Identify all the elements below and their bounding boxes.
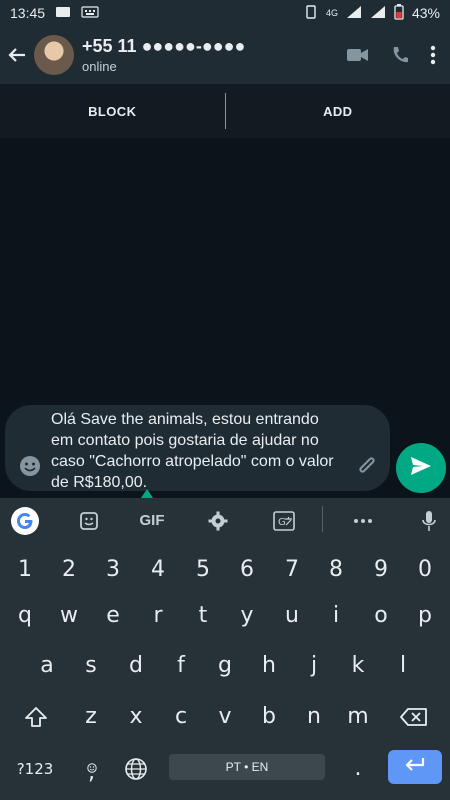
chat-header: +55 11 ●●●●●-●●●● online: [0, 26, 450, 84]
attach-icon[interactable]: [355, 453, 379, 477]
gif-button[interactable]: GIF: [134, 498, 170, 543]
key-d[interactable]: d: [114, 643, 158, 688]
key-i[interactable]: i: [314, 593, 358, 638]
period-key[interactable]: .: [338, 746, 378, 791]
backspace-icon[interactable]: [392, 694, 436, 739]
phone-icon[interactable]: [390, 45, 410, 65]
key-k[interactable]: k: [336, 643, 380, 688]
key-0[interactable]: 0: [403, 547, 447, 592]
key-7[interactable]: 7: [270, 547, 314, 592]
sticker-icon[interactable]: [74, 498, 104, 543]
key-b[interactable]: b: [247, 694, 291, 739]
letter-row-a: a s d f g h j k l: [0, 643, 450, 688]
enter-icon: [403, 756, 427, 779]
key-3[interactable]: 3: [91, 547, 135, 592]
emoji-icon[interactable]: [19, 455, 41, 477]
key-n[interactable]: n: [292, 694, 336, 739]
google-icon[interactable]: [8, 498, 42, 543]
video-call-icon[interactable]: [346, 46, 370, 64]
wifi-signal-icon: [370, 5, 386, 22]
status-bar: 13:45 4G 43%: [0, 0, 450, 26]
enter-key[interactable]: [388, 750, 442, 784]
battery-percent: 43%: [411, 5, 440, 21]
key-s[interactable]: s: [69, 643, 113, 688]
contact-name: +55 11 ●●●●●-●●●●: [82, 36, 246, 56]
key-8[interactable]: 8: [314, 547, 358, 592]
number-row: 1 2 3 4 5 6 7 8 9 0: [0, 547, 450, 592]
svg-text:G: G: [278, 517, 286, 528]
key-h[interactable]: h: [247, 643, 291, 688]
key-4[interactable]: 4: [136, 547, 180, 592]
more-icon[interactable]: [346, 498, 380, 543]
contact-status: online: [82, 59, 117, 74]
key-5[interactable]: 5: [181, 547, 225, 592]
key-9[interactable]: 9: [359, 547, 403, 592]
signal-icon: [346, 5, 362, 22]
letter-row-z: z x c v b n m: [0, 694, 450, 739]
comma-label: ,: [88, 759, 95, 785]
add-contact-button[interactable]: ADD: [226, 84, 450, 138]
key-2[interactable]: 2: [47, 547, 91, 592]
key-a[interactable]: a: [25, 643, 69, 688]
key-m[interactable]: m: [336, 694, 380, 739]
key-p[interactable]: p: [403, 593, 447, 638]
settings-icon[interactable]: [203, 498, 233, 543]
key-c[interactable]: c: [159, 694, 203, 739]
key-t[interactable]: t: [181, 593, 225, 638]
back-arrow-icon[interactable]: [2, 26, 32, 84]
key-f[interactable]: f: [159, 643, 203, 688]
mic-icon[interactable]: [414, 498, 444, 543]
message-compose-box[interactable]: Olá Save the animals, estou entrando em …: [5, 405, 390, 491]
unknown-contact-action-bar: BLOCK ADD: [0, 84, 450, 138]
contact-info[interactable]: +55 11 ●●●●●-●●●● online: [82, 36, 245, 74]
battery-icon: [394, 3, 404, 23]
status-time: 13:45: [10, 5, 46, 21]
key-w[interactable]: w: [47, 593, 91, 638]
key-l[interactable]: l: [381, 643, 425, 688]
message-input[interactable]: Olá Save the animals, estou entrando em …: [51, 409, 351, 493]
space-bar[interactable]: PT • EN: [169, 754, 325, 780]
letter-row-q: q w e r t y u i o p: [0, 593, 450, 638]
send-icon: [410, 456, 432, 481]
key-q[interactable]: q: [3, 593, 47, 638]
message-notification-icon: [55, 5, 71, 21]
key-z[interactable]: z: [69, 694, 113, 739]
translate-icon[interactable]: G: [268, 498, 300, 543]
key-u[interactable]: u: [270, 593, 314, 638]
avatar[interactable]: [34, 35, 74, 75]
toolbar-divider: [322, 506, 323, 532]
key-v[interactable]: v: [203, 694, 247, 739]
key-e[interactable]: e: [91, 593, 135, 638]
vibrate-icon: [304, 4, 318, 22]
key-x[interactable]: x: [114, 694, 158, 739]
block-button[interactable]: BLOCK: [0, 84, 225, 138]
key-6[interactable]: 6: [225, 547, 269, 592]
keyboard-notification-icon: [81, 5, 99, 21]
more-vert-icon[interactable]: [430, 45, 436, 65]
keyboard-toolbar: GIF G: [0, 498, 450, 543]
bottom-row: ?123 , PT • EN .: [0, 746, 450, 791]
emoji-comma-key[interactable]: ,: [72, 746, 112, 791]
key-r[interactable]: r: [136, 593, 180, 638]
symbols-key[interactable]: ?123: [8, 746, 62, 791]
key-o[interactable]: o: [359, 593, 403, 638]
key-j[interactable]: j: [292, 643, 336, 688]
key-1[interactable]: 1: [3, 547, 47, 592]
key-g[interactable]: g: [203, 643, 247, 688]
network-type-label: 4G: [325, 8, 338, 18]
send-button[interactable]: [396, 443, 446, 493]
keyboard: GIF G 1 2 3 4 5 6 7 8 9 0 q w e r t y u: [0, 498, 450, 800]
globe-icon[interactable]: [116, 746, 156, 791]
key-y[interactable]: y: [225, 593, 269, 638]
shift-icon[interactable]: [14, 694, 58, 739]
